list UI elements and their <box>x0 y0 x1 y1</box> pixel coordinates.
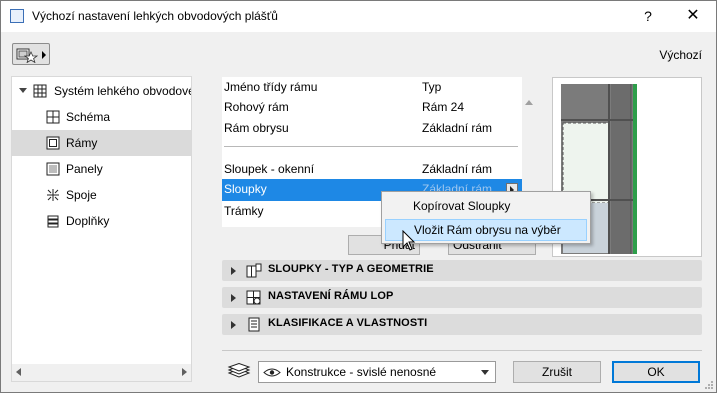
panel-mullion-type-geometry[interactable]: SLOUPKY - TYP A GEOMETRIE <box>222 260 702 281</box>
frame-icon <box>46 136 60 150</box>
chevron-down-icon <box>19 88 27 93</box>
row-name: Rám obrysu <box>224 121 289 135</box>
frame-settings-icon <box>246 290 261 305</box>
panel-title: SLOUPKY - TYP A GEOMETRIE <box>268 263 434 275</box>
row-name: Trámky <box>224 204 264 218</box>
app-icon <box>10 9 24 23</box>
list-divider <box>224 146 518 147</box>
row-name: Sloupky <box>224 182 267 196</box>
layer-icon <box>227 363 251 378</box>
curtain-wall-icon <box>33 84 47 98</box>
chevron-right-icon <box>42 51 46 59</box>
footer-divider <box>222 350 702 351</box>
tree-item-label: Doplňky <box>66 214 110 228</box>
mouse-cursor-icon <box>402 230 416 251</box>
row-value: Základní rám <box>422 121 493 135</box>
chevron-right-icon <box>231 294 236 302</box>
tree-item-label: Spoje <box>66 188 97 202</box>
favorites-button[interactable] <box>12 43 50 65</box>
panel-title: KLASIFIKACE A VLASTNOSTI <box>268 317 428 329</box>
favorites-icon <box>16 48 38 63</box>
classification-icon <box>248 317 260 332</box>
row-name: Rohový rám <box>224 100 289 114</box>
schema-icon <box>46 110 60 124</box>
ok-button[interactable]: OK <box>612 361 700 383</box>
panel-frame-settings[interactable]: NASTAVENÍ RÁMU LOP <box>222 287 702 308</box>
window-title: Výchozí nastavení lehkých obvodových plá… <box>32 9 278 23</box>
list-row[interactable]: Rohový rám Rám 24 <box>222 97 522 119</box>
tree-item-frames[interactable]: Rámy <box>12 130 191 156</box>
junction-icon <box>47 189 59 201</box>
layer-select-value: Konstrukce - svislé nenosné <box>286 365 437 379</box>
tree-horizontal-scrollbar[interactable] <box>12 364 191 381</box>
row-value: Základní rám <box>422 162 493 176</box>
list-row[interactable]: Rám obrysu Základní rám <box>222 118 522 140</box>
panel-icon <box>46 162 60 176</box>
accessory-icon <box>47 215 59 228</box>
resize-grip-icon[interactable] <box>704 380 714 390</box>
tree-item-label: Schéma <box>66 110 111 124</box>
chevron-down-icon <box>481 370 489 375</box>
chevron-right-icon <box>231 267 236 275</box>
close-button[interactable]: ✕ <box>670 1 716 32</box>
tree-root-item[interactable]: Systém lehkého obvodového pláště <box>12 78 191 104</box>
panel-classification-properties[interactable]: KLASIFIKACE A VLASTNOSTI <box>222 314 702 335</box>
title-bar: Výchozí nastavení lehkých obvodových plá… <box>1 1 716 32</box>
menu-item-copy-mullions[interactable]: Kopírovat Sloupky <box>385 196 587 218</box>
dialog-window: Výchozí nastavení lehkých obvodových plá… <box>0 0 717 393</box>
default-label: Výchozí <box>659 48 702 62</box>
chevron-right-icon <box>231 321 236 329</box>
row-value: Rám 24 <box>422 100 465 114</box>
list-row[interactable]: Sloupek - okenní Základní rám <box>222 159 522 181</box>
panel-title: NASTAVENÍ RÁMU LOP <box>268 290 394 302</box>
scroll-right-icon[interactable] <box>182 368 187 376</box>
row-name: Sloupek - okenní <box>224 162 315 176</box>
settings-tree: Systém lehkého obvodového pláště Schéma … <box>11 76 192 382</box>
tree-item-junctions[interactable]: Spoje <box>12 182 191 208</box>
row-value: Typ <box>422 80 442 94</box>
scroll-left-icon[interactable] <box>16 368 21 376</box>
list-row[interactable]: Jméno třídy rámu Typ <box>222 77 522 99</box>
tree-root-label: Systém lehkého obvodového pláště <box>54 84 191 98</box>
tree-item-panels[interactable]: Panely <box>12 156 191 182</box>
layer-select[interactable]: Konstrukce - svislé nenosné <box>258 361 496 383</box>
help-button[interactable]: ? <box>625 1 671 32</box>
scroll-up-icon[interactable] <box>525 100 533 105</box>
tree-item-schema[interactable]: Schéma <box>12 104 191 130</box>
row-name: Jméno třídy rámu <box>224 80 318 94</box>
tree-item-label: Rámy <box>66 136 98 150</box>
cancel-button[interactable]: Zrušit <box>513 361 601 383</box>
eye-icon <box>263 368 281 377</box>
mullion-geometry-icon <box>246 263 262 278</box>
tree-item-accessories[interactable]: Doplňky <box>12 208 191 234</box>
tree-item-label: Panely <box>66 162 103 176</box>
